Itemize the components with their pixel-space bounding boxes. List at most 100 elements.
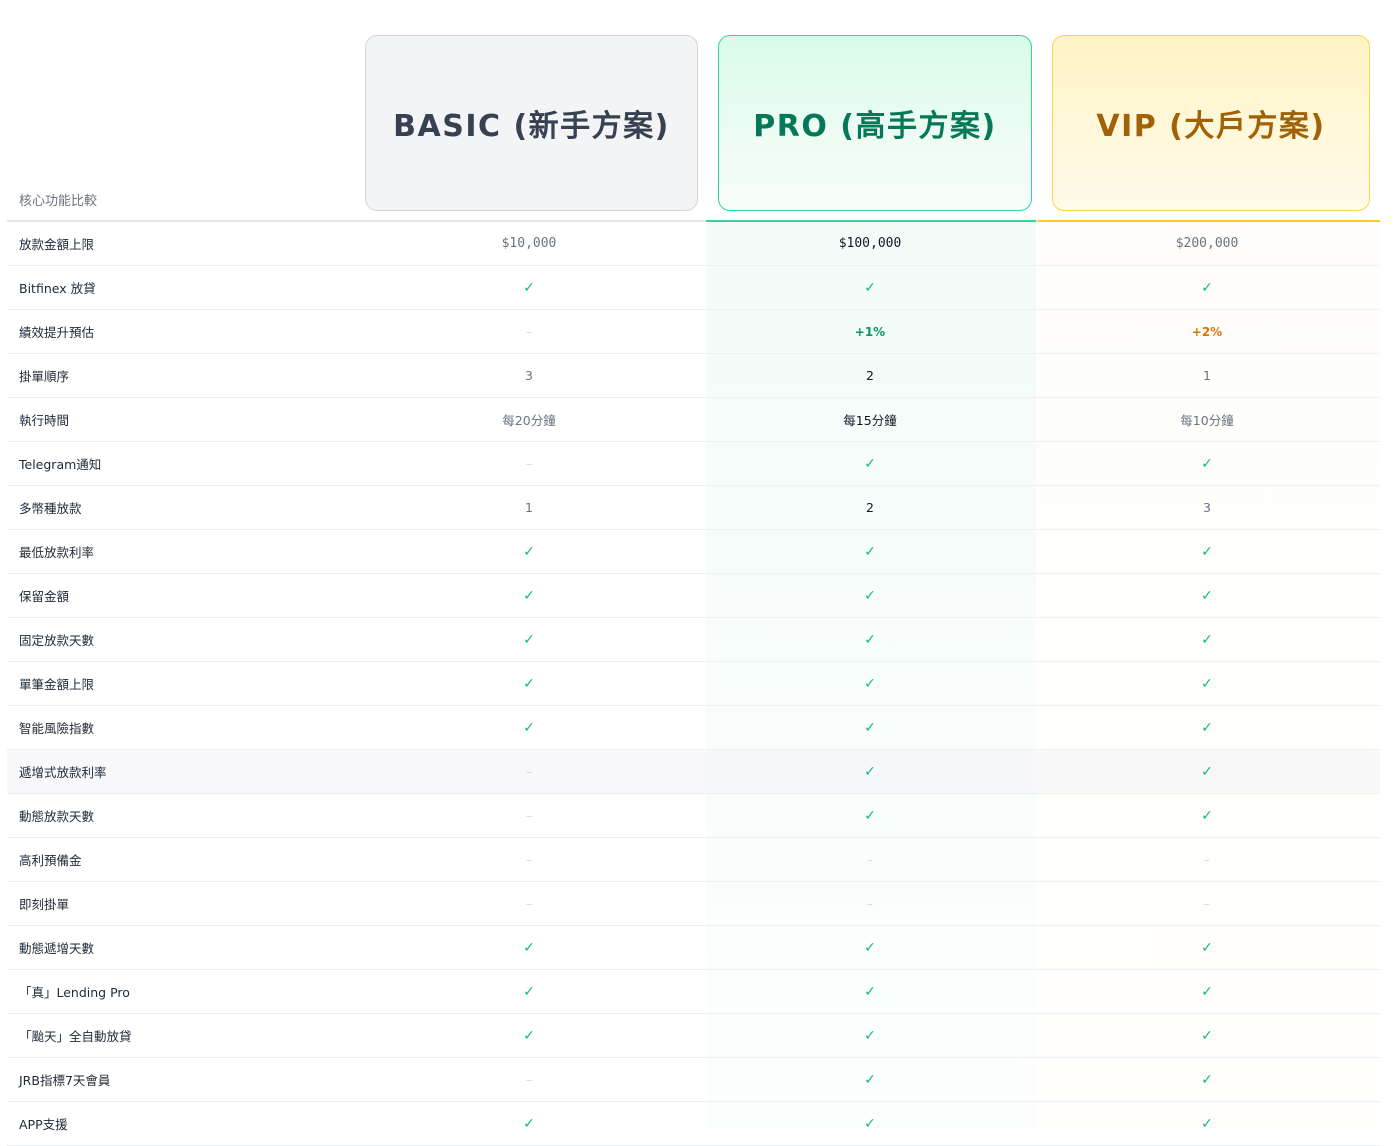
check-icon: ✓ <box>864 587 876 604</box>
check-icon: ✓ <box>523 631 535 648</box>
cell-value: $200,000 <box>1175 236 1239 251</box>
check-icon: ✓ <box>864 543 876 560</box>
dash-icon: – <box>526 896 532 911</box>
plan-card-pro[interactable]: PRO (高手方案) <box>718 35 1032 211</box>
check-icon: ✓ <box>523 939 535 956</box>
check-icon: ✓ <box>523 587 535 604</box>
plan-card-basic[interactable]: BASIC (新手方案) <box>365 35 698 211</box>
cell-pro: – <box>790 838 950 881</box>
cell-basic: ✓ <box>449 530 609 573</box>
table-row: 執行時間 每20分鐘 每15分鐘 每10分鐘 <box>7 398 1380 442</box>
feature-name: 放款金額上限 <box>19 237 95 252</box>
feature-name: 多幣種放款 <box>19 501 82 516</box>
feature-name: 固定放款天數 <box>19 633 95 648</box>
cell-vip: +2% <box>1127 310 1287 353</box>
cell-basic: ✓ <box>449 662 609 705</box>
cell-vip: $200,000 <box>1127 222 1287 265</box>
cell-basic: 1 <box>449 486 609 529</box>
table-row: 績效提升預估 – +1% +2% <box>7 310 1380 354</box>
cell-value: $100,000 <box>838 236 902 251</box>
feature-name: 保留金額 <box>19 589 70 604</box>
dash-icon: – <box>526 324 532 339</box>
cell-vip: 3 <box>1127 486 1287 529</box>
dash-icon: – <box>867 896 873 911</box>
cell-pro: ✓ <box>790 926 950 969</box>
cell-pro: ✓ <box>790 662 950 705</box>
cell-basic: 3 <box>449 354 609 397</box>
cell-vip: ✓ <box>1127 970 1287 1013</box>
cell-pro: ✓ <box>790 574 950 617</box>
section-label: 核心功能比較 <box>19 194 98 209</box>
table-row: 掛單順序 3 2 1 <box>7 354 1380 398</box>
check-icon: ✓ <box>864 675 876 692</box>
cell-basic: – <box>449 1058 609 1101</box>
cell-pro: 每15分鐘 <box>790 398 950 441</box>
dash-icon: – <box>867 852 873 867</box>
cell-basic: – <box>449 310 609 353</box>
table-row: 高利預備金 – – – <box>7 838 1380 882</box>
check-icon: ✓ <box>864 983 876 1000</box>
table-row: 固定放款天數 ✓ ✓ ✓ <box>7 618 1380 662</box>
check-icon: ✓ <box>1201 587 1213 604</box>
plan-title-pro: PRO (高手方案) <box>753 109 997 144</box>
check-icon: ✓ <box>864 807 876 824</box>
performance-boost: +1% <box>854 324 886 339</box>
check-icon: ✓ <box>523 279 535 296</box>
cell-basic: ✓ <box>449 574 609 617</box>
feature-name: 執行時間 <box>19 413 70 428</box>
table-row: 最低放款利率 ✓ ✓ ✓ <box>7 530 1380 574</box>
check-icon: ✓ <box>1201 675 1213 692</box>
performance-boost: +2% <box>1191 324 1223 339</box>
cell-vip: ✓ <box>1127 266 1287 309</box>
check-icon: ✓ <box>1201 631 1213 648</box>
cell-pro: ✓ <box>790 1014 950 1057</box>
plan-title-basic: BASIC (新手方案) <box>393 109 670 144</box>
cell-basic: $10,000 <box>449 222 609 265</box>
cell-pro: ✓ <box>790 1102 950 1145</box>
table-row: Bitfinex 放貸 ✓ ✓ ✓ <box>7 266 1380 310</box>
cell-value: 每20分鐘 <box>502 413 556 428</box>
feature-name: 最低放款利率 <box>19 545 95 560</box>
table-row: 「真」Lending Pro ✓ ✓ ✓ <box>7 970 1380 1014</box>
cell-vip: ✓ <box>1127 530 1287 573</box>
check-icon: ✓ <box>1201 543 1213 560</box>
plan-title-vip: VIP (大戶方案) <box>1096 109 1326 144</box>
cell-value: 3 <box>1203 500 1211 515</box>
feature-name: 即刻掛單 <box>19 897 70 912</box>
cell-vip: ✓ <box>1127 574 1287 617</box>
table-row: JRB指標7天會員 – ✓ ✓ <box>7 1058 1380 1102</box>
cell-basic: 每20分鐘 <box>449 398 609 441</box>
dash-icon: – <box>1204 852 1210 867</box>
cell-basic: – <box>449 750 609 793</box>
cell-basic: ✓ <box>449 1102 609 1145</box>
feature-name: 掛單順序 <box>19 369 70 384</box>
table-row: 動態放款天數 – ✓ ✓ <box>7 794 1380 838</box>
cell-value: 每15分鐘 <box>843 413 897 428</box>
table-row: 「颱天」全自動放貸 ✓ ✓ ✓ <box>7 1014 1380 1058</box>
check-icon: ✓ <box>523 1027 535 1044</box>
feature-name: Bitfinex 放貸 <box>19 281 96 296</box>
cell-basic: ✓ <box>449 926 609 969</box>
check-icon: ✓ <box>864 719 876 736</box>
table-row: 遞增式放款利率 – ✓ ✓ <box>7 750 1380 794</box>
cell-basic: – <box>449 794 609 837</box>
feature-name: APP支援 <box>19 1117 68 1132</box>
cell-vip: ✓ <box>1127 794 1287 837</box>
check-icon: ✓ <box>864 939 876 956</box>
feature-name: 單筆金額上限 <box>19 677 95 692</box>
cell-vip: ✓ <box>1127 662 1287 705</box>
table-row: 放款金額上限 $10,000 $100,000 $200,000 <box>7 222 1380 266</box>
cell-vip: 1 <box>1127 354 1287 397</box>
cell-vip: ✓ <box>1127 706 1287 749</box>
feature-table: 放款金額上限 $10,000 $100,000 $200,000 Bitfinex 放貸… <box>7 222 1380 1146</box>
check-icon: ✓ <box>1201 939 1213 956</box>
check-icon: ✓ <box>523 675 535 692</box>
cell-vip: ✓ <box>1127 1014 1287 1057</box>
plan-card-vip[interactable]: VIP (大戶方案) <box>1052 35 1370 211</box>
check-icon: ✓ <box>1201 1115 1213 1132</box>
check-icon: ✓ <box>1201 1027 1213 1044</box>
check-icon: ✓ <box>1201 807 1213 824</box>
check-icon: ✓ <box>864 1071 876 1088</box>
cell-vip: ✓ <box>1127 750 1287 793</box>
check-icon: ✓ <box>864 1115 876 1132</box>
